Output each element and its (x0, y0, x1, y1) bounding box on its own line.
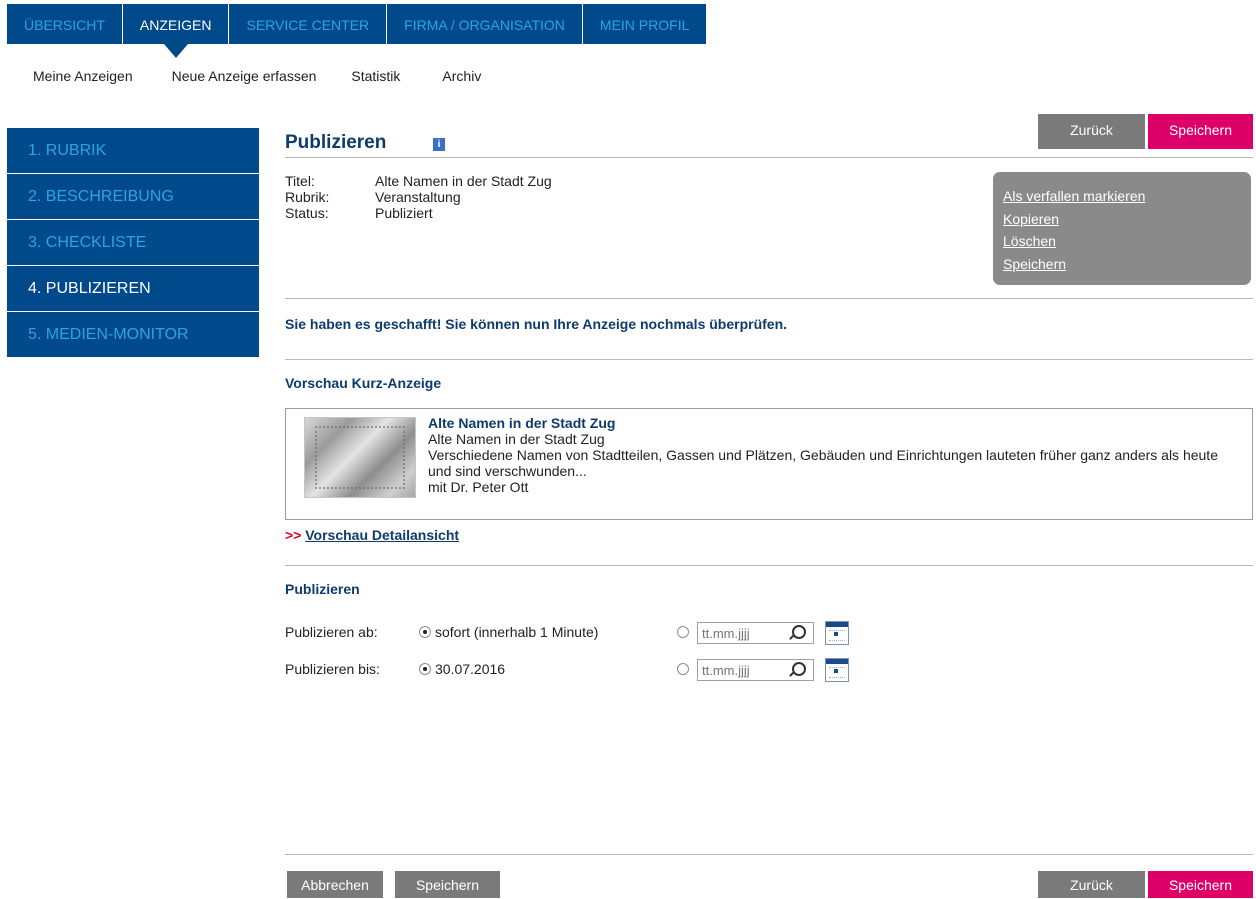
page-title: Publizieren (285, 132, 387, 153)
preview-description: Verschiedene Namen von Stadtteilen, Gass… (428, 447, 1218, 479)
publish-to-date-field (697, 659, 814, 681)
sub-nav: Meine Anzeigen Neue Anzeige erfassen Sta… (33, 68, 481, 84)
preview-subtitle: Alte Namen in der Stadt Zug (428, 431, 605, 447)
tab-service-center[interactable]: SERVICE CENTER (229, 4, 388, 44)
mark-expired-link[interactable]: Als verfallen markieren (1003, 185, 1251, 208)
success-message: Sie haben es geschafft! Sie können nun I… (285, 316, 788, 332)
footer-save-button[interactable]: Speichern (395, 871, 500, 898)
tab-uebersicht[interactable]: ÜBERSICHT (7, 4, 123, 44)
publish-from-date-field (697, 622, 814, 644)
tab-firma-organisation[interactable]: FIRMA / ORGANISATION (387, 4, 583, 44)
divider (285, 565, 1253, 566)
detail-preview-row: >> Vorschau Detailansicht (285, 527, 459, 543)
detail-preview-link[interactable]: Vorschau Detailansicht (305, 527, 459, 543)
publish-from-date-radio[interactable] (677, 626, 689, 638)
meta-rubrik-value: Veranstaltung (375, 189, 461, 205)
step-beschreibung[interactable]: 2. BESCHREIBUNG (7, 174, 259, 220)
short-ad-preview: Alte Namen in der Stadt Zug Alte Namen i… (285, 408, 1253, 520)
meta-status-value: Publiziert (375, 205, 433, 221)
meta-titel-label: Titel: (285, 173, 315, 189)
publish-heading: Publizieren (285, 581, 360, 597)
action-box: Als verfallen markieren Kopieren Löschen… (993, 172, 1251, 285)
divider (285, 298, 1253, 299)
back-button[interactable]: Zurück (1038, 114, 1145, 149)
copy-link[interactable]: Kopieren (1003, 208, 1251, 231)
step-publizieren[interactable]: 4. PUBLIZIEREN (7, 266, 259, 312)
search-icon[interactable] (792, 625, 806, 639)
preview-text: Alte Namen in der Stadt Zug Alte Namen i… (428, 415, 1228, 495)
search-icon[interactable] (792, 662, 806, 676)
preview-speaker: mit Dr. Peter Ott (428, 479, 529, 495)
cancel-button[interactable]: Abbrechen (287, 871, 383, 898)
subnav-neue-anzeige[interactable]: Neue Anzeige erfassen (172, 68, 317, 84)
publish-to-default-radio[interactable] (419, 663, 431, 675)
meta-rubrik-label: Rubrik: (285, 189, 330, 205)
divider (285, 854, 1253, 855)
divider (285, 359, 1253, 360)
publish-from-row: Publizieren ab: sofort (innerhalb 1 Minu… (285, 621, 1253, 648)
tab-mein-profil[interactable]: MEIN PROFIL (583, 4, 706, 44)
tab-anzeigen-label: ANZEIGEN (139, 17, 212, 33)
arrow-icon: >> (285, 527, 302, 543)
publish-from-date-input[interactable] (702, 625, 780, 641)
subnav-archiv[interactable]: Archiv (442, 68, 481, 84)
preview-title: Alte Namen in der Stadt Zug (428, 415, 616, 431)
save-button[interactable]: Speichern (1148, 114, 1253, 149)
ad-meta: Titel: Alte Namen in der Stadt Zug Rubrik… (285, 173, 552, 221)
info-icon[interactable]: i (433, 138, 445, 151)
publish-to-date-input[interactable] (702, 662, 780, 678)
meta-titel-value: Alte Namen in der Stadt Zug (375, 173, 552, 189)
meta-status-label: Status: (285, 205, 329, 221)
step-rubrik[interactable]: 1. RUBRIK (7, 128, 259, 174)
publish-from-immediate-radio[interactable] (419, 626, 431, 638)
publish-to-default-label: 30.07.2016 (435, 661, 506, 677)
ad-thumbnail-image (304, 417, 416, 498)
divider (285, 157, 1253, 158)
step-sidebar: 1. RUBRIK 2. BESCHREIBUNG 3. CHECKLISTE … (7, 128, 259, 358)
save-link[interactable]: Speichern (1003, 253, 1251, 276)
calendar-icon[interactable] (825, 658, 849, 682)
publish-to-row: Publizieren bis: 30.07.2016 (285, 658, 1253, 685)
publish-from-label: Publizieren ab: (285, 624, 378, 640)
footer-back-button[interactable]: Zurück (1038, 871, 1145, 898)
publish-to-label: Publizieren bis: (285, 661, 380, 677)
active-tab-pointer (163, 44, 188, 58)
step-checkliste[interactable]: 3. CHECKLISTE (7, 220, 259, 266)
delete-link[interactable]: Löschen (1003, 230, 1251, 253)
calendar-icon[interactable] (825, 621, 849, 645)
publish-to-date-radio[interactable] (677, 663, 689, 675)
tab-anzeigen[interactable]: ANZEIGEN (123, 4, 230, 58)
footer-save-primary-button[interactable]: Speichern (1148, 871, 1253, 898)
top-nav: ÜBERSICHT ANZEIGEN SERVICE CENTER FIRMA … (7, 4, 707, 58)
publish-from-immediate-label: sofort (innerhalb 1 Minute) (435, 624, 599, 640)
preview-heading: Vorschau Kurz-Anzeige (285, 375, 442, 391)
subnav-meine-anzeigen[interactable]: Meine Anzeigen (33, 68, 133, 84)
subnav-statistik[interactable]: Statistik (351, 68, 400, 84)
step-medien-monitor[interactable]: 5. MEDIEN-MONITOR (7, 312, 259, 358)
